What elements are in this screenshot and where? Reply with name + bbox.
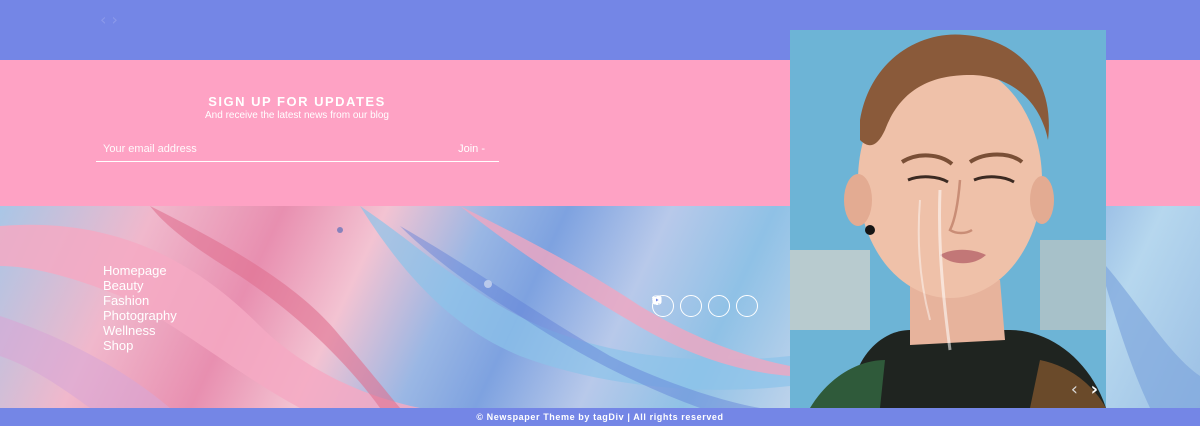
footer-menu-item-photography[interactable]: Photography xyxy=(103,308,177,323)
social-links xyxy=(652,295,758,317)
footer-menu-item-beauty[interactable]: Beauty xyxy=(103,278,177,293)
featured-photo: ‹ › xyxy=(790,30,1106,408)
twitter-icon[interactable] xyxy=(652,295,730,317)
footer-menu: Homepage Beauty Fashion Photography Well… xyxy=(103,263,177,353)
slider-prev-button[interactable]: ‹ xyxy=(1071,379,1078,400)
email-field[interactable] xyxy=(103,140,433,158)
instagram-icon[interactable] xyxy=(652,295,702,317)
youtube-icon[interactable] xyxy=(652,295,758,317)
footer-menu-item-fashion[interactable]: Fashion xyxy=(103,293,177,308)
top-nav-arrows[interactable]: ‹ › xyxy=(100,10,118,29)
signup-title: SIGN UP FOR UPDATES xyxy=(208,94,386,109)
slider-next-button[interactable]: › xyxy=(1091,379,1098,400)
portrait-illustration xyxy=(790,30,1106,408)
signup-form: Join - xyxy=(96,138,499,162)
footer-menu-item-homepage[interactable]: Homepage xyxy=(103,263,177,278)
signup-subtitle: And receive the latest news from our blo… xyxy=(205,110,389,121)
copyright-bar: © Newspaper Theme by tagDiv | All rights… xyxy=(0,408,1200,426)
footer-menu-item-wellness[interactable]: Wellness xyxy=(103,323,177,338)
footer-menu-item-shop[interactable]: Shop xyxy=(103,338,177,353)
join-button[interactable]: Join - xyxy=(458,140,485,158)
copyright-text: © Newspaper Theme by tagDiv | All rights… xyxy=(476,412,724,422)
